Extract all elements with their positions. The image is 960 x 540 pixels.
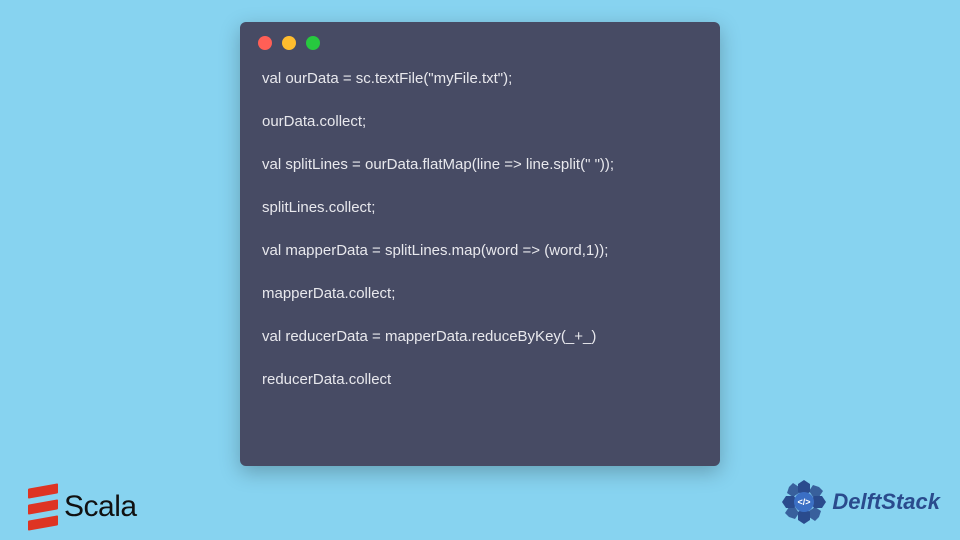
scala-mark-icon bbox=[28, 486, 58, 528]
delftstack-icon: </> bbox=[780, 478, 828, 526]
maximize-icon bbox=[306, 36, 320, 50]
code-line: ourData.collect; bbox=[262, 111, 698, 132]
code-window: val ourData = sc.textFile("myFile.txt");… bbox=[240, 22, 720, 466]
delftstack-logo-text: DelftStack bbox=[832, 489, 940, 515]
minimize-icon bbox=[282, 36, 296, 50]
code-line: mapperData.collect; bbox=[262, 283, 698, 304]
code-line: val mapperData = splitLines.map(word => … bbox=[262, 240, 698, 261]
code-line: val splitLines = ourData.flatMap(line =>… bbox=[262, 154, 698, 175]
code-line: reducerData.collect bbox=[262, 369, 698, 390]
close-icon bbox=[258, 36, 272, 50]
window-controls bbox=[240, 22, 720, 60]
code-body: val ourData = sc.textFile("myFile.txt");… bbox=[240, 60, 720, 408]
svg-text:</>: </> bbox=[798, 497, 811, 507]
scala-logo-text: Scala bbox=[64, 490, 137, 524]
code-line: splitLines.collect; bbox=[262, 197, 698, 218]
code-line: val ourData = sc.textFile("myFile.txt"); bbox=[262, 68, 698, 89]
delftstack-logo: </> DelftStack bbox=[780, 478, 940, 526]
scala-logo: Scala bbox=[28, 486, 137, 528]
code-line: val reducerData = mapperData.reduceByKey… bbox=[262, 326, 698, 347]
